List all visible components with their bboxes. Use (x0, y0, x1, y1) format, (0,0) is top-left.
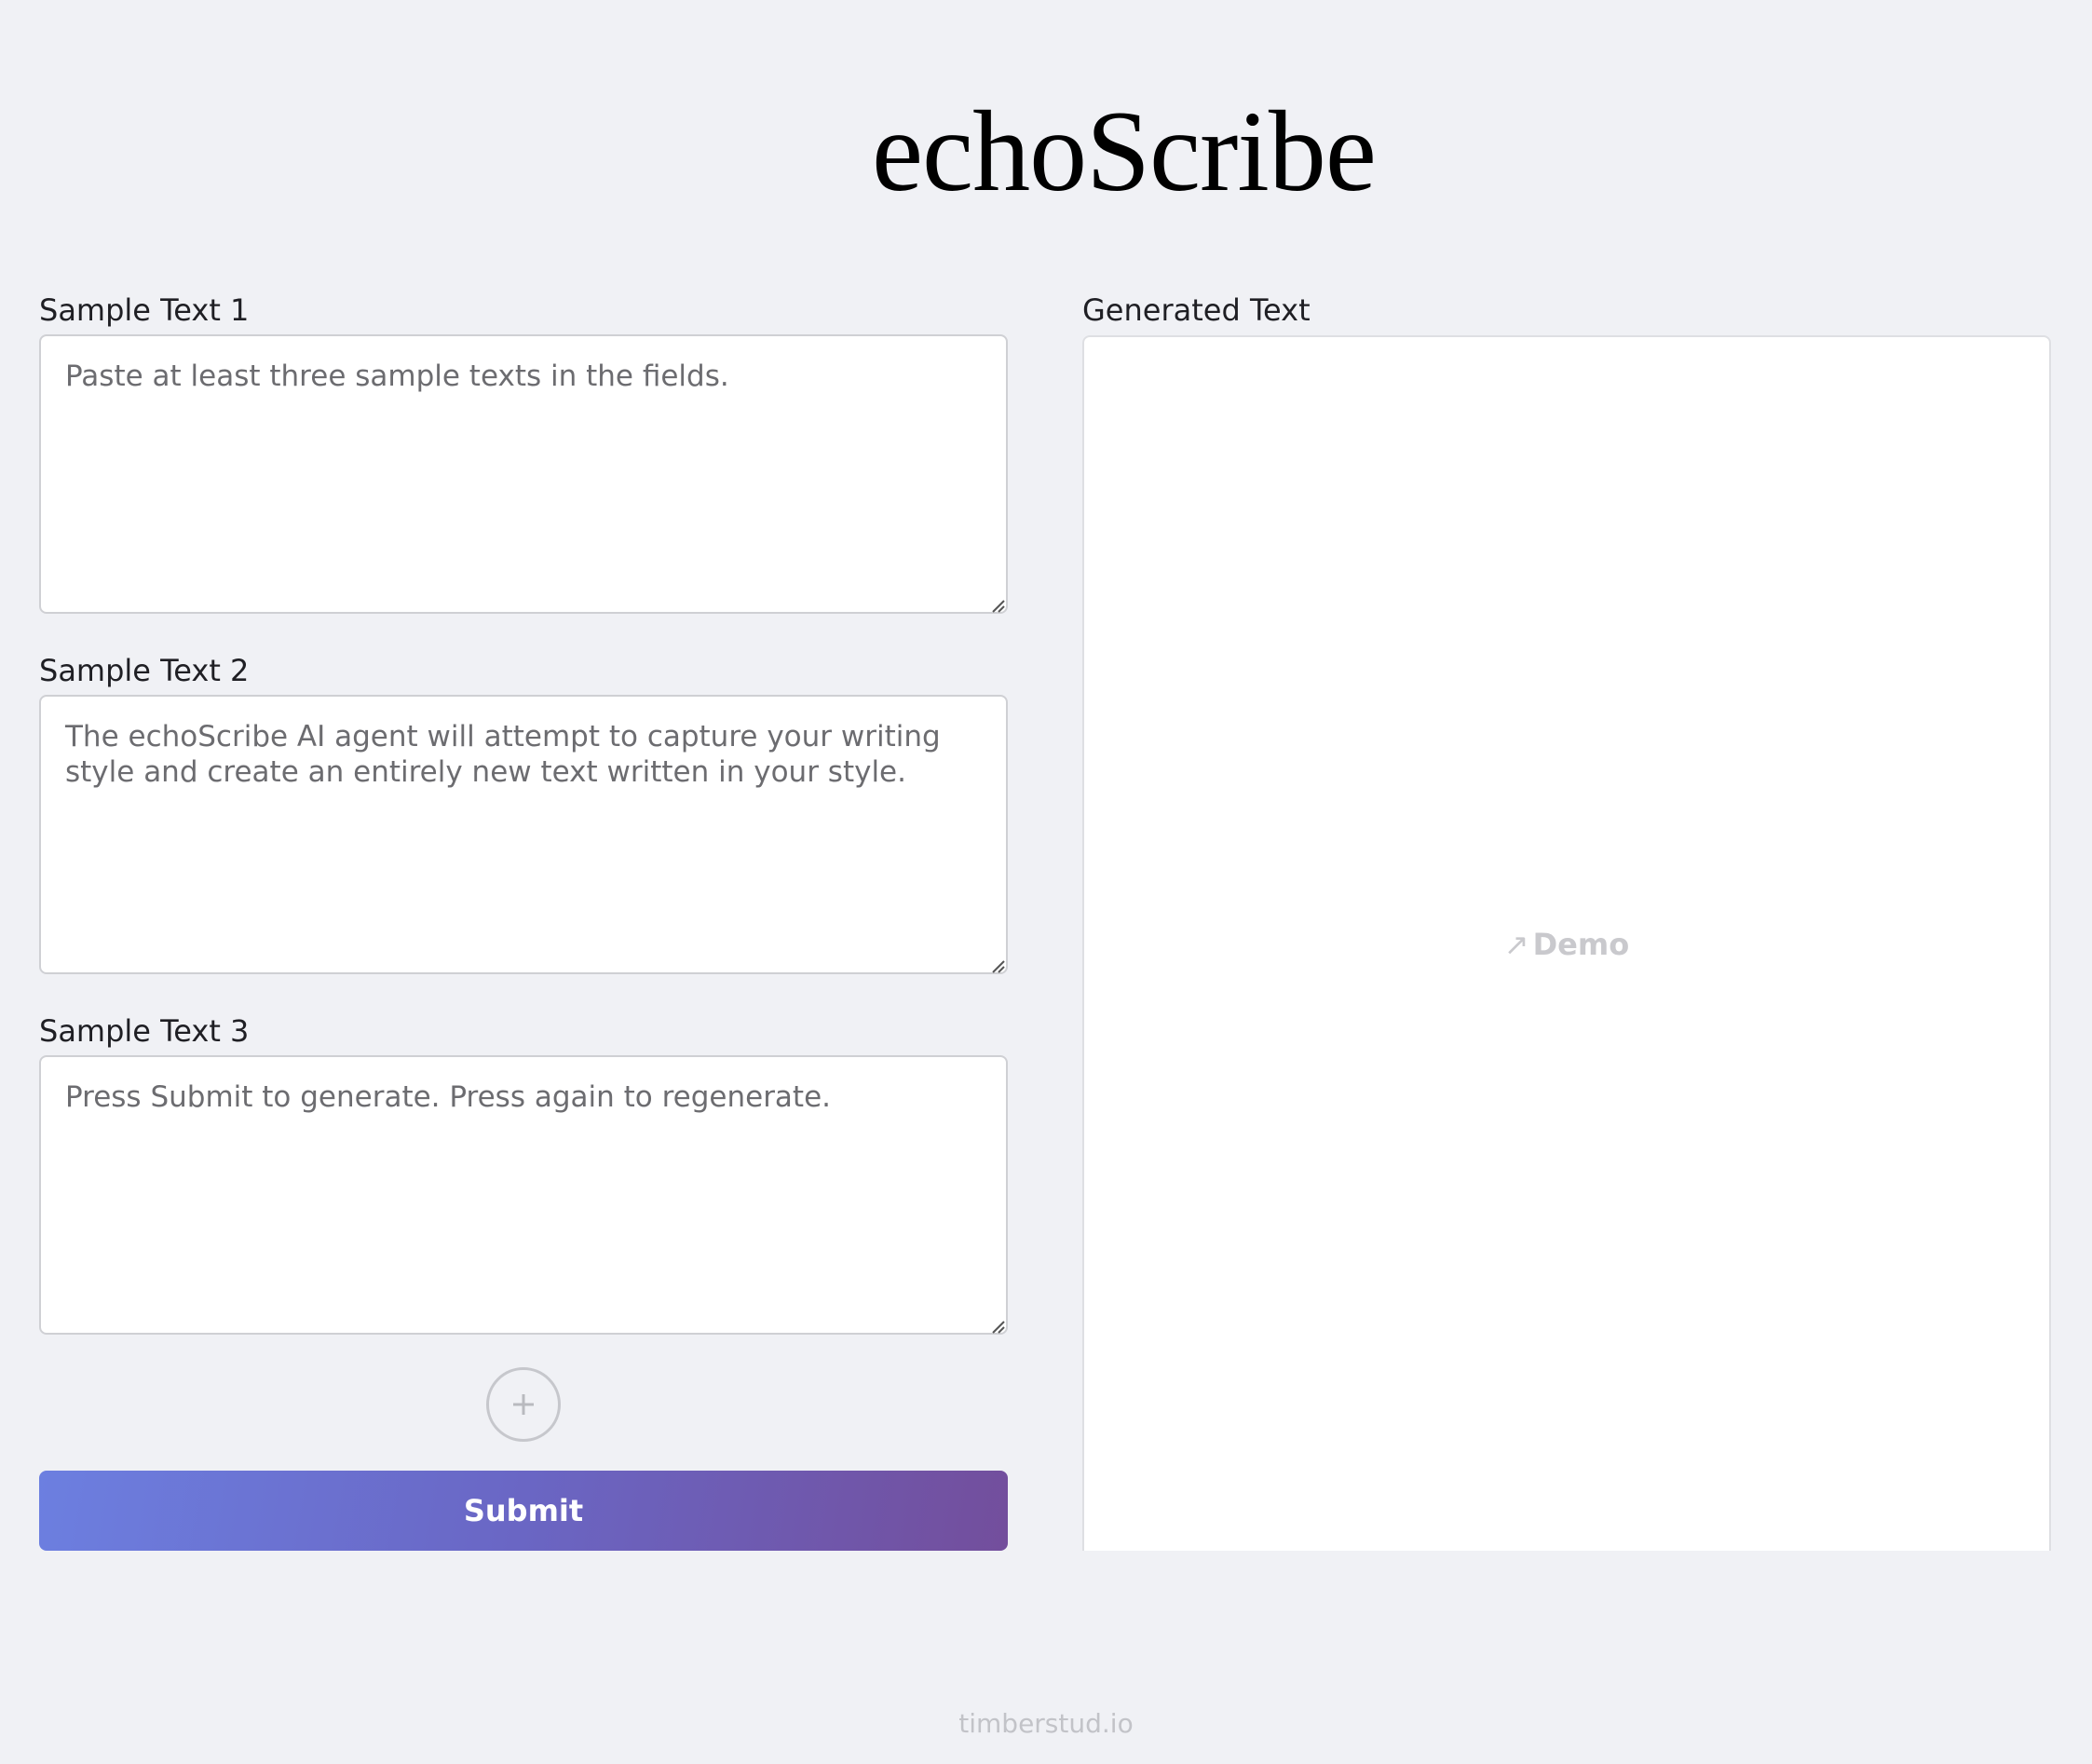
sample-text-1-label: Sample Text 1 (39, 292, 250, 328)
sample-text-1-input[interactable] (39, 334, 1008, 614)
resize-grip-icon[interactable] (989, 1318, 1006, 1335)
app-title: echoScribe (872, 88, 1377, 215)
footer-credit[interactable]: timberstud.io (0, 1708, 2092, 1739)
sample-text-3-input[interactable] (39, 1055, 1008, 1335)
generated-text-label: Generated Text (1082, 292, 1311, 328)
add-sample-button[interactable] (486, 1367, 561, 1442)
header: echoScribe (0, 0, 2092, 270)
arrow-up-right-icon: ↗ (1503, 926, 1529, 962)
resize-grip-icon[interactable] (989, 597, 1006, 614)
generated-text-panel: ↗ Demo (1082, 335, 2051, 1551)
sample-text-2-input[interactable] (39, 695, 1008, 974)
submit-button[interactable]: Submit (39, 1471, 1008, 1551)
sample-text-3-label: Sample Text 3 (39, 1013, 250, 1049)
plus-icon (513, 1394, 534, 1415)
page: echoScribe Sample Text 1 Sample Text 2 S… (0, 0, 2092, 1764)
resize-grip-icon[interactable] (989, 957, 1006, 974)
sound-wave-logo-icon (626, 58, 817, 250)
demo-link-label: Demo (1532, 926, 1630, 962)
sample-text-2-label: Sample Text 2 (39, 653, 250, 688)
demo-link[interactable]: ↗ Demo (1084, 337, 2049, 1551)
